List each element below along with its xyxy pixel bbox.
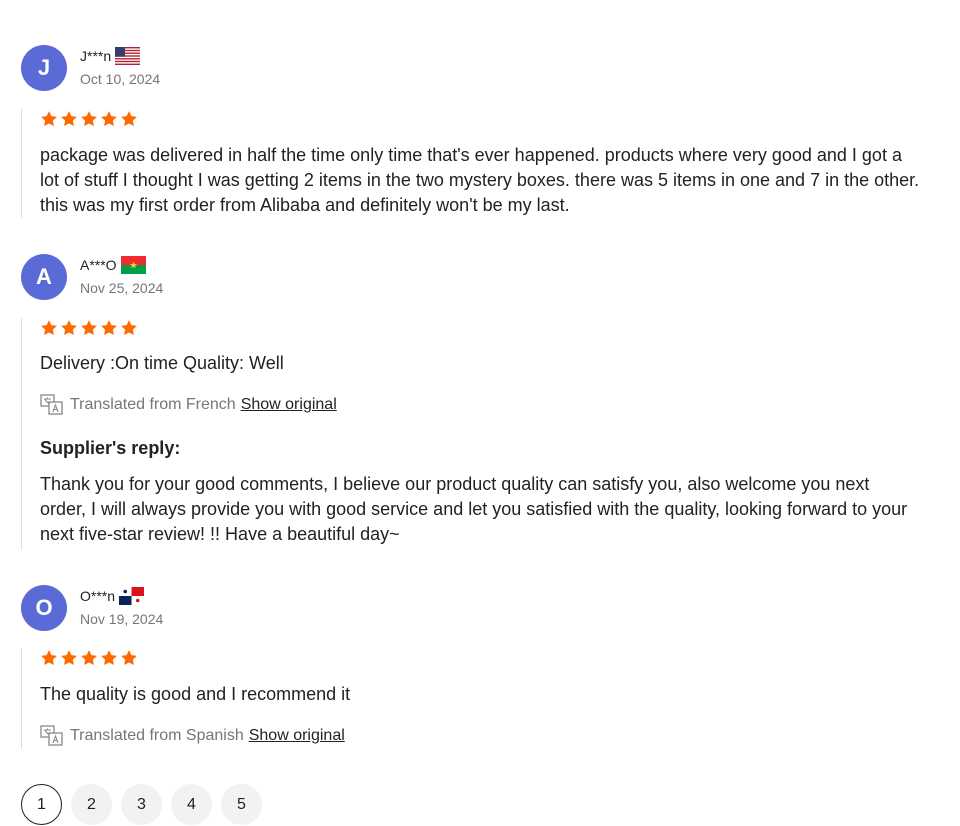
translation-note: Translated from French Show original bbox=[40, 394, 920, 416]
burkina-faso-flag-icon bbox=[120, 256, 146, 274]
pagination: 1 2 3 4 5 bbox=[21, 784, 262, 825]
star-icon bbox=[101, 650, 117, 666]
star-icon bbox=[121, 650, 137, 666]
avatar: O bbox=[21, 585, 67, 631]
star-icon bbox=[101, 320, 117, 336]
review-date: Oct 10, 2024 bbox=[80, 71, 161, 87]
page-button-5[interactable]: 5 bbox=[221, 784, 262, 825]
page-button-2[interactable]: 2 bbox=[71, 784, 112, 825]
star-icon bbox=[61, 320, 77, 336]
star-icon bbox=[61, 650, 77, 666]
supplier-reply-title: Supplier's reply: bbox=[40, 438, 181, 458]
review-text: The quality is good and I recommend it bbox=[40, 684, 351, 704]
star-icon bbox=[81, 320, 97, 336]
supplier-reply-text: Thank you for your good comments, I beli… bbox=[40, 474, 908, 544]
star-icon bbox=[121, 320, 137, 336]
translation-note: Translated from Spanish Show original bbox=[40, 725, 920, 747]
page-button-1[interactable]: 1 bbox=[21, 784, 62, 825]
translate-icon bbox=[40, 725, 63, 746]
translate-icon bbox=[40, 394, 63, 415]
review-text: Delivery :On time Quality: Well bbox=[40, 353, 284, 373]
star-icon bbox=[101, 111, 117, 127]
star-rating bbox=[40, 648, 920, 668]
avatar: A bbox=[21, 254, 67, 300]
avatar: J bbox=[21, 45, 67, 91]
reviews-page: J J***n Oct 10, 2024 package was deliver… bbox=[0, 0, 960, 826]
reviewer-name-row: A***O bbox=[80, 256, 146, 274]
star-icon bbox=[41, 320, 57, 336]
show-original-link[interactable]: Show original bbox=[241, 396, 337, 414]
reviewer-name-row: J***n bbox=[80, 47, 141, 65]
review-body: Delivery :On time Quality: Well Translat… bbox=[21, 318, 920, 550]
star-rating bbox=[40, 318, 920, 338]
page-button-3[interactable]: 3 bbox=[121, 784, 162, 825]
reviewer-name-row: O***n bbox=[80, 587, 145, 605]
show-original-link[interactable]: Show original bbox=[249, 727, 345, 745]
star-icon bbox=[41, 111, 57, 127]
star-icon bbox=[41, 650, 57, 666]
translated-from-label: Translated from French bbox=[70, 396, 236, 413]
review-date: Nov 25, 2024 bbox=[80, 280, 164, 296]
star-icon bbox=[81, 650, 97, 666]
reviewer-name: J***n bbox=[80, 48, 112, 64]
star-icon bbox=[121, 111, 137, 127]
star-icon bbox=[81, 111, 97, 127]
us-flag-icon bbox=[115, 47, 141, 65]
review-text: package was delivered in half the time o… bbox=[40, 145, 920, 215]
review-date: Nov 19, 2024 bbox=[80, 611, 164, 627]
translated-from-label: Translated from Spanish bbox=[70, 727, 244, 744]
panama-flag-icon bbox=[119, 587, 145, 605]
star-rating bbox=[40, 109, 920, 129]
reviewer-name: A***O bbox=[80, 257, 117, 273]
reviewer-name: O***n bbox=[80, 588, 116, 604]
star-icon bbox=[61, 111, 77, 127]
review-body: package was delivered in half the time o… bbox=[21, 109, 920, 218]
page-button-4[interactable]: 4 bbox=[171, 784, 212, 825]
review-body: The quality is good and I recommend it T… bbox=[21, 648, 920, 749]
